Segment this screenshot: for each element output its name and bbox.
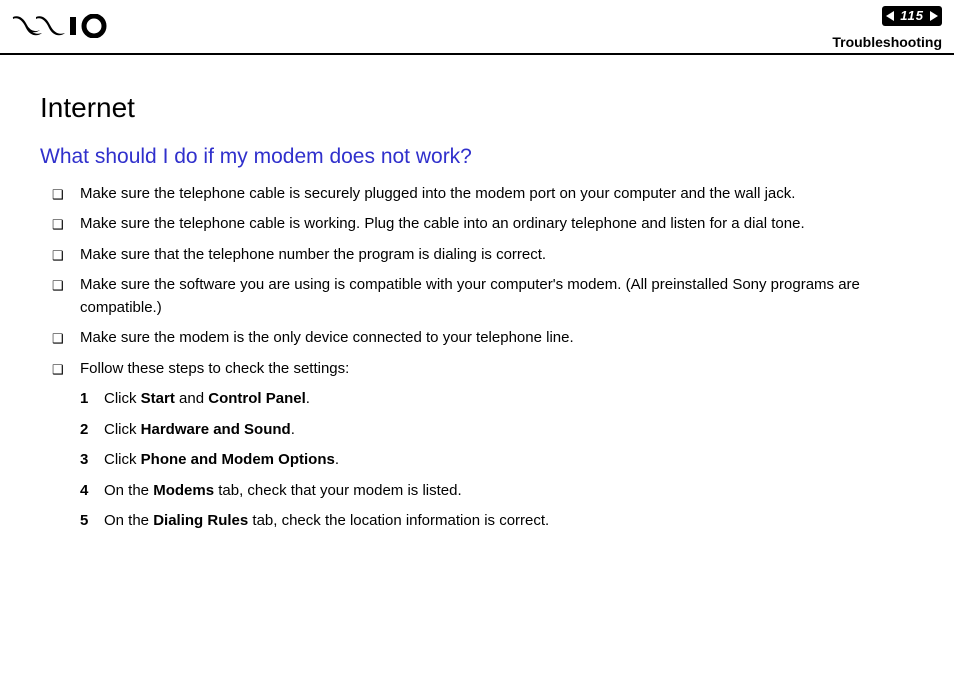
page-header: 115 Troubleshooting — [0, 0, 954, 55]
step-number: 2 — [80, 419, 88, 442]
chapter-title: Internet — [40, 87, 919, 129]
step-text: Click Start and Control Panel. — [104, 390, 310, 407]
prev-page-icon[interactable] — [886, 11, 894, 21]
vaio-logo — [12, 14, 122, 46]
page-content: Internet What should I do if my modem do… — [0, 55, 954, 561]
step-item: 1 Click Start and Control Panel. — [80, 388, 919, 411]
step-number: 1 — [80, 388, 88, 411]
header-right: 115 Troubleshooting — [832, 6, 942, 53]
list-item: Make sure the software you are using is … — [52, 274, 919, 319]
step-text: Click Phone and Modem Options. — [104, 451, 339, 468]
step-number: 3 — [80, 449, 88, 472]
list-item: Make sure that the telephone number the … — [52, 244, 919, 267]
next-page-icon[interactable] — [930, 11, 938, 21]
page-nav[interactable]: 115 — [882, 6, 942, 26]
list-item: Make sure the telephone cable is working… — [52, 213, 919, 236]
list-item: Follow these steps to check the settings… — [52, 358, 919, 381]
step-text: Click Hardware and Sound. — [104, 421, 295, 438]
steps-list: 1 Click Start and Control Panel. 2 Click… — [40, 388, 919, 533]
step-number: 4 — [80, 480, 88, 503]
step-item: 2 Click Hardware and Sound. — [80, 419, 919, 442]
step-item: 4 On the Modems tab, check that your mod… — [80, 480, 919, 503]
step-number: 5 — [80, 510, 88, 533]
step-item: 5 On the Dialing Rules tab, check the lo… — [80, 510, 919, 533]
bullet-list: Make sure the telephone cable is securel… — [40, 183, 919, 381]
step-text: On the Modems tab, check that your modem… — [104, 482, 462, 499]
list-item: Make sure the telephone cable is securel… — [52, 183, 919, 206]
step-text: On the Dialing Rules tab, check the loca… — [104, 512, 549, 529]
page-number: 115 — [900, 6, 924, 26]
section-name: Troubleshooting — [832, 32, 942, 53]
step-item: 3 Click Phone and Modem Options. — [80, 449, 919, 472]
question-heading: What should I do if my modem does not wo… — [40, 141, 919, 173]
list-item: Make sure the modem is the only device c… — [52, 327, 919, 350]
